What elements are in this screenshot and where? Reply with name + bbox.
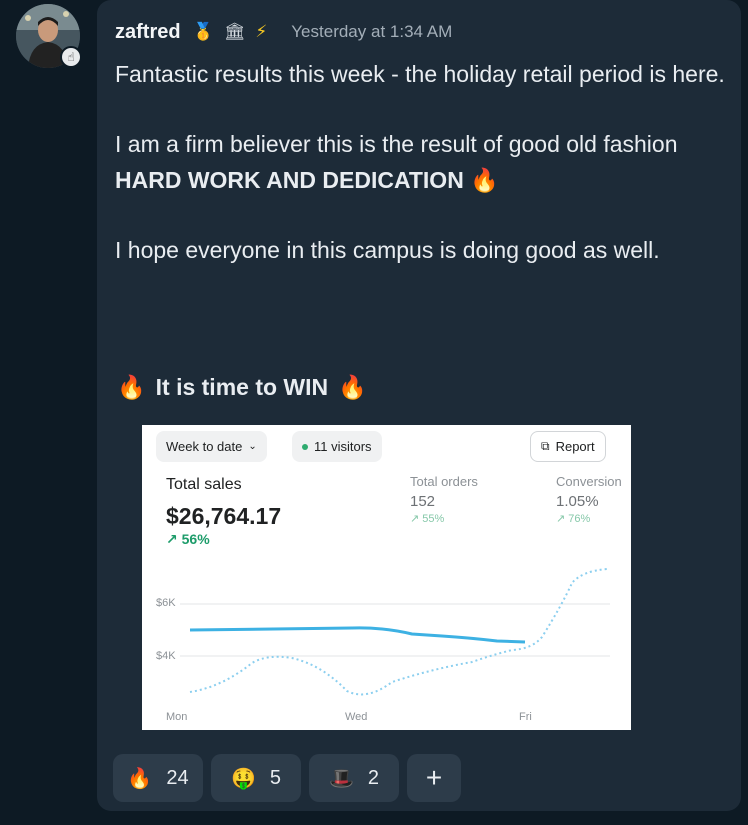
current-period-line — [189, 626, 526, 644]
bank-icon[interactable]: 🏛 — [224, 22, 246, 42]
fire-icon: 🔥 — [338, 374, 367, 400]
lightning-icon[interactable]: ⚡ — [255, 22, 267, 42]
top-hat-icon: 🎩 — [328, 767, 354, 790]
x-tick-label: Wed — [345, 711, 368, 723]
x-tick-label: Fri — [519, 711, 532, 723]
reaction-count: 2 — [367, 766, 380, 789]
medal-icon[interactable]: 🥇 — [193, 22, 214, 42]
fire-icon: 🔥 — [127, 767, 153, 790]
fire-icon: 🔥 — [117, 374, 146, 400]
reaction-money-mouth[interactable]: 🤑 5 — [211, 754, 301, 802]
message-line: I hope everyone in this campus is doing … — [115, 237, 660, 263]
message-body: Fantastic results this week - the holida… — [115, 56, 731, 268]
money-mouth-face-icon: 🤑 — [230, 767, 256, 790]
reaction-top-hat[interactable]: 🎩 2 — [309, 754, 399, 802]
add-reaction-button[interactable]: + — [407, 754, 461, 802]
reaction-fire[interactable]: 🔥 24 — [113, 754, 203, 802]
avatar-status-badge: ☝ — [60, 46, 82, 68]
reactions-bar: 🔥 24 🤑 5 🎩 2 + — [113, 754, 461, 802]
reaction-count: 5 — [269, 766, 282, 789]
username[interactable]: zaftred — [115, 21, 181, 44]
timestamp: Yesterday at 1:34 AM — [291, 22, 453, 41]
fire-icon: 🔥 — [470, 167, 499, 193]
win-text: It is time to WIN — [155, 374, 329, 400]
user-badges: 🥇 🏛 ⚡ — [193, 22, 268, 42]
reaction-count: 24 — [166, 766, 189, 789]
x-tick-label: Mon — [166, 711, 188, 723]
sales-chart — [180, 568, 610, 696]
win-line: 🔥 It is time to WIN 🔥 — [117, 374, 367, 401]
message-bold-text: HARD WORK AND DEDICATION — [115, 167, 464, 193]
message-line: I am a firm believer this is the result … — [115, 126, 731, 198]
message-header: zaftred 🥇 🏛 ⚡ Yesterday at 1:34 AM — [115, 20, 452, 44]
message-card: zaftred 🥇 🏛 ⚡ Yesterday at 1:34 AM Fanta… — [97, 0, 741, 811]
attached-screenshot[interactable]: Week to date ⌄ 11 visitors ⧉ Report Tota… — [142, 425, 631, 730]
message-text: I am a firm believer this is the result … — [115, 131, 678, 157]
message-line: Fantastic results this week - the holida… — [115, 61, 725, 87]
